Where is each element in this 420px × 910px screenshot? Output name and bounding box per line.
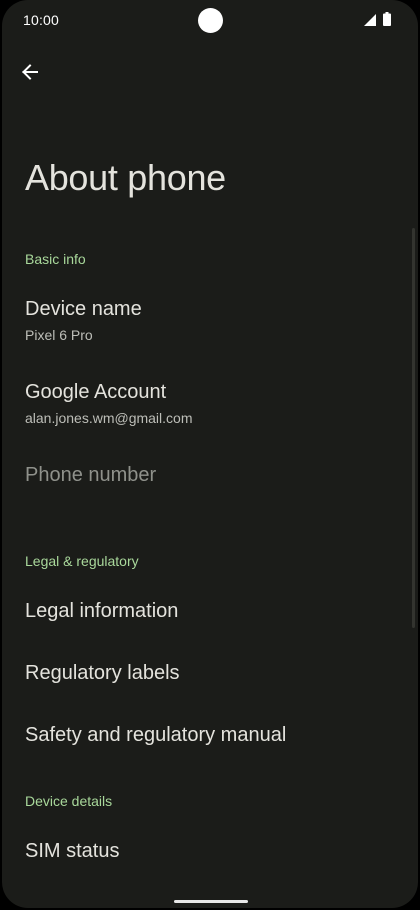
legal-information-item[interactable]: Legal information bbox=[25, 600, 178, 623]
status-time: 10:00 bbox=[23, 12, 60, 28]
google-account-value: alan.jones.wm@gmail.com bbox=[25, 410, 193, 426]
google-account-title: Google Account bbox=[25, 381, 167, 403]
scrollbar[interactable] bbox=[412, 228, 415, 628]
legal-information-title: Legal information bbox=[25, 600, 179, 622]
page-title: About phone bbox=[25, 157, 226, 198]
section-header-legal: Legal & regulatory bbox=[25, 553, 139, 569]
google-account-item[interactable]: Google Account alan.jones.wm@gmail.com bbox=[25, 381, 193, 426]
phone-screen: 10:00 About phone Basic info Device name… bbox=[2, 0, 418, 908]
arrow-back-icon bbox=[22, 64, 38, 80]
back-button[interactable] bbox=[14, 56, 46, 88]
device-name-title: Device name bbox=[25, 298, 142, 320]
regulatory-labels-title: Regulatory labels bbox=[25, 662, 180, 684]
safety-manual-item[interactable]: Safety and regulatory manual bbox=[25, 724, 286, 747]
battery-icon bbox=[383, 12, 391, 26]
device-name-item[interactable]: Device name Pixel 6 Pro bbox=[25, 298, 142, 343]
section-header-basic-info: Basic info bbox=[25, 251, 86, 267]
status-bar: 10:00 bbox=[2, 0, 418, 42]
sim-status-title: SIM status bbox=[25, 840, 120, 862]
sim-status-item[interactable]: SIM status bbox=[25, 840, 119, 863]
safety-manual-title: Safety and regulatory manual bbox=[25, 724, 287, 746]
signal-icon bbox=[364, 14, 376, 26]
device-name-value: Pixel 6 Pro bbox=[25, 327, 93, 343]
camera-cutout bbox=[198, 8, 223, 33]
phone-number-item: Phone number bbox=[25, 464, 156, 487]
gesture-navigation-bar[interactable] bbox=[174, 900, 248, 903]
section-header-device-details: Device details bbox=[25, 793, 113, 809]
regulatory-labels-item[interactable]: Regulatory labels bbox=[25, 662, 180, 685]
phone-number-title: Phone number bbox=[25, 464, 157, 486]
